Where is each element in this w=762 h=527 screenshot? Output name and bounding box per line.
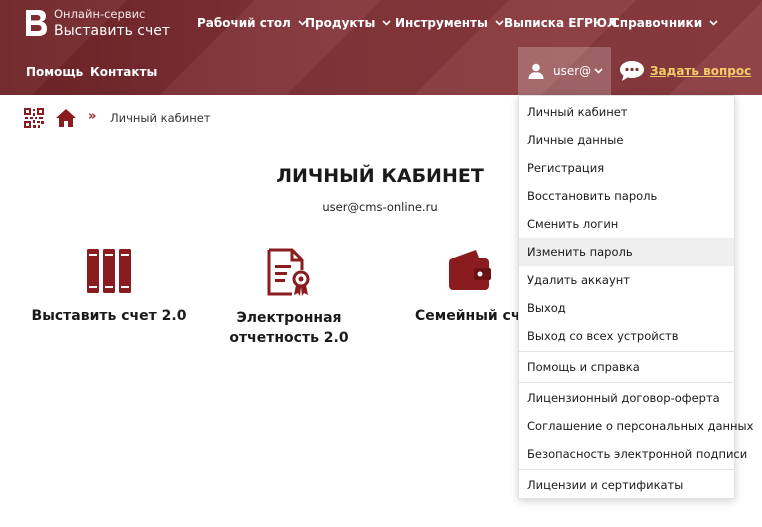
user-dropdown-menu: Личный кабинет Личные данные Регистрация… (518, 95, 753, 499)
menu-item-restore-password[interactable]: Восстановить пароль (519, 182, 734, 210)
menu-divider (519, 382, 734, 383)
chevron-down-icon (495, 20, 504, 26)
nav-item-desktop[interactable]: Рабочий стол (197, 16, 307, 30)
nav-item-label: Рабочий стол (197, 16, 291, 30)
tile-label: Электронная отчетность 2.0 (229, 310, 349, 346)
user-icon (528, 63, 544, 79)
nav-item-products[interactable]: Продукты (305, 16, 391, 30)
menu-item-help[interactable]: Помощь и справка (519, 353, 734, 381)
username-label: user@ (553, 64, 592, 78)
logo-icon[interactable] (24, 8, 48, 38)
page-title: ЛИЧНЫЙ КАБИНЕТ (276, 165, 484, 187)
home-icon[interactable] (56, 109, 76, 127)
nav-item-egrul[interactable]: Выписка ЕГРЮЛ (504, 16, 617, 30)
brand-title[interactable]: Выставить счет (54, 23, 170, 39)
breadcrumb-separator: » (88, 109, 97, 124)
menu-item-delete-account[interactable]: Удалить аккаунт (519, 266, 734, 294)
menu-item-logout-all[interactable]: Выход со всех устройств (519, 322, 734, 350)
tile-label: Выставить счет 2.0 (31, 308, 187, 324)
chevron-down-icon (709, 20, 718, 26)
breadcrumb-current: Личный кабинет (110, 111, 211, 125)
ask-question-link[interactable]: Задать вопрос (650, 64, 751, 78)
nav-item-tools[interactable]: Инструменты (395, 16, 504, 30)
menu-item-logout[interactable]: Выход (519, 294, 734, 322)
nav-item-label: Выписка ЕГРЮЛ (504, 16, 617, 30)
qr-code-icon[interactable] (24, 108, 44, 128)
tile-e-reporting[interactable]: Электронная отчетность 2.0 (208, 248, 370, 348)
nav-item-label: Инструменты (395, 16, 488, 30)
chat-bubble-icon[interactable] (619, 60, 645, 82)
user-email: user@cms-online.ru (322, 200, 438, 214)
menu-item-license-offer[interactable]: Лицензионный договор-оферта (519, 384, 734, 412)
menu-item-signature-security[interactable]: Безопасность электронной подписи (519, 440, 747, 468)
nav-item-help[interactable]: Помощь (26, 65, 83, 79)
books-icon (87, 249, 131, 293)
menu-item-change-password[interactable]: Изменить пароль (519, 238, 734, 266)
brand-subtitle: Онлайн-сервис (54, 7, 146, 21)
certificate-document-icon (267, 248, 310, 296)
menu-divider (519, 469, 734, 470)
nav-item-label: Продукты (305, 16, 376, 30)
chevron-down-icon (382, 20, 391, 26)
menu-divider (519, 351, 734, 352)
nav-item-label: Справочники (611, 16, 703, 30)
menu-item-registration[interactable]: Регистрация (519, 154, 734, 182)
nav-item-contacts[interactable]: Контакты (90, 65, 157, 79)
user-menu-button[interactable]: user@ (518, 47, 611, 95)
tile-invoice[interactable]: Выставить счет 2.0 (28, 248, 190, 326)
wallet-icon (449, 250, 491, 290)
menu-item-cabinet[interactable]: Личный кабинет (519, 98, 734, 126)
menu-item-personal-data-agreement[interactable]: Соглашение о персональных данных (519, 412, 753, 440)
chevron-down-icon (594, 68, 603, 74)
top-header: Онлайн-сервис Выставить счет Рабочий сто… (0, 0, 762, 95)
nav-item-references[interactable]: Справочники (611, 16, 718, 30)
menu-item-personal-data[interactable]: Личные данные (519, 126, 734, 154)
menu-item-licenses[interactable]: Лицензии и сертификаты (519, 471, 734, 499)
menu-item-change-login[interactable]: Сменить логин (519, 210, 734, 238)
